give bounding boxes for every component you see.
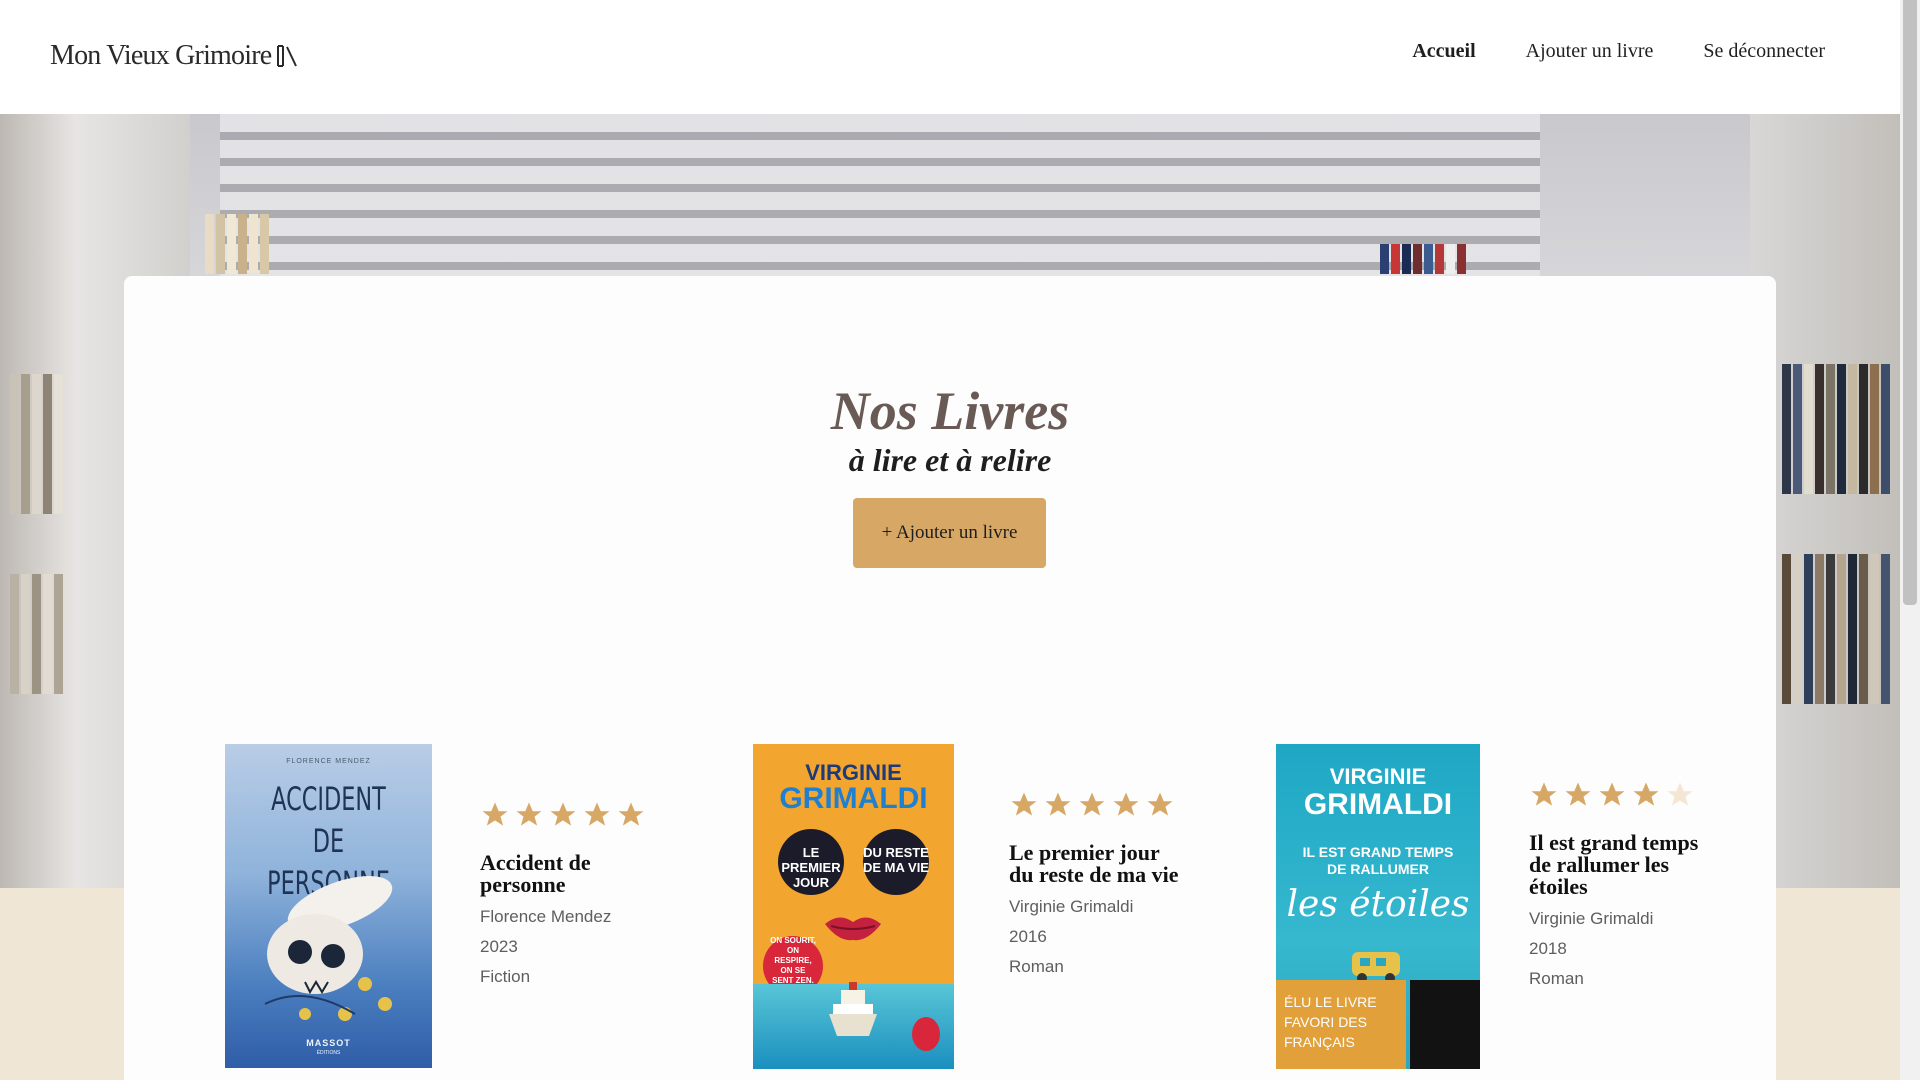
cover-author-last: GRIMALDI xyxy=(779,782,928,815)
rating-stars xyxy=(480,800,650,830)
ceiling-beams xyxy=(220,114,1540,294)
lips-illustration xyxy=(825,917,881,941)
publisher-logo xyxy=(912,1017,940,1051)
star-full-icon xyxy=(1633,782,1659,806)
books-panel: Nos Livres à lire et à relire + Ajouter … xyxy=(124,276,1776,1080)
books-icon xyxy=(275,44,299,68)
book-info: Accident de personne Florence Mendez 202… xyxy=(480,800,650,992)
logo-text: Mon Vieux Grimoire xyxy=(50,40,272,71)
star-full-icon xyxy=(482,802,508,826)
book-cover[interactable]: FLORENCE MENDEZ ACCIDENT DE PERSONNE MAS… xyxy=(225,744,432,1068)
book-author: Florence Mendez xyxy=(480,907,612,926)
shelf-books xyxy=(1782,364,1892,494)
book-author: Virginie Grimaldi xyxy=(1529,909,1654,928)
star-full-icon xyxy=(1599,782,1625,806)
book-info: Le premier jour du reste de ma vie Virgi… xyxy=(1009,790,1179,982)
cover-subtitle: IL EST GRAND TEMPS DE RALLUMER xyxy=(1302,844,1454,877)
book-title[interactable]: Il est grand temps de rallumer les étoil… xyxy=(1529,832,1699,898)
rating-stars xyxy=(1529,780,1699,810)
nav-add-book[interactable]: Ajouter un livre xyxy=(1526,40,1654,63)
book-genre: Roman xyxy=(1529,969,1584,988)
star-full-icon xyxy=(550,802,576,826)
sunglasses-left-lens: LE PREMIER JOUR xyxy=(778,829,844,895)
cover-title-right: DU RESTE DE MA VIE xyxy=(863,845,929,875)
scrollbar-thumb[interactable] xyxy=(1903,0,1917,605)
cover-author-last: GRIMALDI xyxy=(1303,788,1453,821)
book-title[interactable]: Le premier jour du reste de ma vie xyxy=(1009,842,1179,886)
star-full-icon xyxy=(1045,792,1071,816)
star-full-icon xyxy=(1011,792,1037,816)
cover-author: FLORENCE MENDEZ xyxy=(286,758,371,765)
shelf-books xyxy=(10,574,65,694)
star-full-icon xyxy=(1565,782,1591,806)
star-full-icon xyxy=(1147,792,1173,816)
cover-publisher-sub: ÉDITIONS xyxy=(316,1050,341,1056)
book-cover[interactable]: VIRGINIE GRIMALDI IL EST GRAND TEMPS DE … xyxy=(1276,744,1480,1069)
star-empty-icon xyxy=(1667,782,1693,806)
add-book-button[interactable]: + Ajouter un livre xyxy=(853,498,1046,568)
book-year: 2016 xyxy=(1009,927,1047,946)
nav-logout[interactable]: Se déconnecter xyxy=(1703,40,1825,63)
skull-illustration xyxy=(264,876,393,1021)
shelf-books xyxy=(1782,554,1892,704)
sunglasses-right-lens: DU RESTE DE MA VIE xyxy=(863,829,929,895)
star-full-icon xyxy=(516,802,542,826)
page-title: Nos Livres xyxy=(830,381,1070,441)
star-full-icon xyxy=(618,802,644,826)
van-illustration xyxy=(1352,952,1400,983)
book-author: Virginie Grimaldi xyxy=(1009,897,1134,916)
boat-illustration xyxy=(829,982,877,1036)
shelf-books xyxy=(10,374,65,514)
page-subtitle: à lire et à relire xyxy=(848,442,1052,478)
scrollbar[interactable] xyxy=(1900,0,1920,1080)
cover-footer: ÉLU LE LIVRE FAVORI DES FRANÇAIS xyxy=(1276,980,1406,1069)
cover-author-first: VIRGINIE xyxy=(1329,764,1427,789)
book-year: 2023 xyxy=(480,937,518,956)
book-title[interactable]: Accident de personne xyxy=(480,852,650,896)
book-cover[interactable]: VIRGINIE GRIMALDI LE PREMIER JOUR DU RES… xyxy=(753,744,954,1069)
site-header: Mon Vieux Grimoire Accueil Ajouter un li… xyxy=(0,0,1900,114)
shelf-books xyxy=(1380,244,1468,274)
star-full-icon xyxy=(1113,792,1139,816)
rating-stars xyxy=(1009,790,1179,820)
cover-script-title: les étoiles xyxy=(1286,884,1470,925)
main-nav: Accueil Ajouter un livre Se déconnecter xyxy=(1412,40,1825,63)
star-full-icon xyxy=(1531,782,1557,806)
cover-publisher: MASSOT xyxy=(306,1038,351,1048)
star-full-icon xyxy=(1079,792,1105,816)
book-genre: Fiction xyxy=(480,967,531,986)
book-genre: Roman xyxy=(1009,957,1064,976)
cover-title-left: LE PREMIER JOUR xyxy=(781,845,841,890)
award-sticker xyxy=(1410,980,1480,1069)
book-year: 2018 xyxy=(1529,939,1567,958)
logo[interactable]: Mon Vieux Grimoire xyxy=(50,40,299,72)
star-full-icon xyxy=(584,802,610,826)
book-info: Il est grand temps de rallumer les étoil… xyxy=(1529,780,1699,994)
nav-home[interactable]: Accueil xyxy=(1412,40,1475,63)
shelf-books xyxy=(205,214,271,274)
